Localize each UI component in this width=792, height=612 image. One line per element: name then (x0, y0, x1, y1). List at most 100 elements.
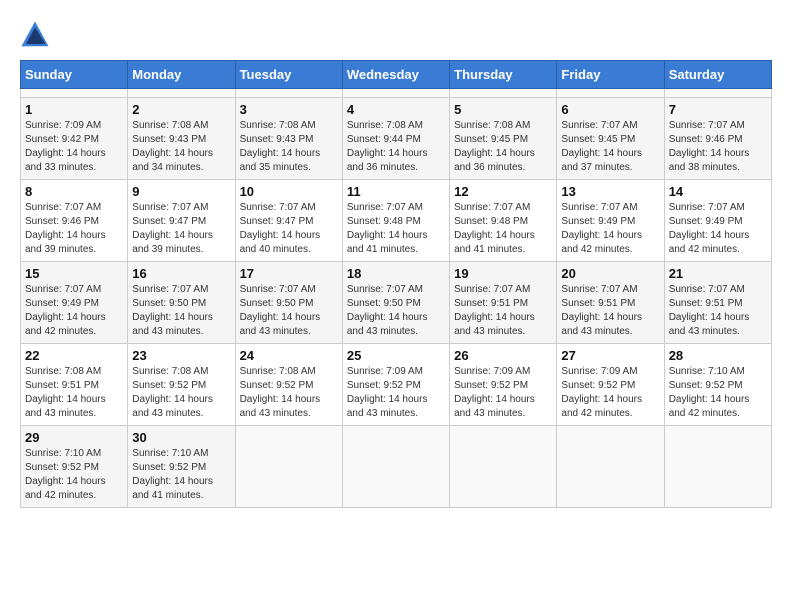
day-number: 1 (25, 102, 123, 117)
day-info: Sunrise: 7:07 AM Sunset: 9:46 PM Dayligh… (25, 201, 123, 257)
day-info: Sunrise: 7:09 AM Sunset: 9:52 PM Dayligh… (561, 365, 659, 421)
calendar-cell: 9 Sunrise: 7:07 AM Sunset: 9:47 PM Daylig… (128, 180, 235, 262)
calendar-cell: 7Sunrise: 7:07 AM Sunset: 9:46 PM Daylig… (664, 98, 771, 180)
day-info: Sunrise: 7:07 AM Sunset: 9:50 PM Dayligh… (347, 283, 445, 339)
day-number: 27 (561, 348, 659, 363)
day-number: 19 (454, 266, 552, 281)
calendar-cell: 16 Sunrise: 7:07 AM Sunset: 9:50 PM Dayli… (128, 262, 235, 344)
day-info: Sunrise: 7:10 AM Sunset: 9:52 PM Dayligh… (132, 447, 230, 503)
day-info: Sunrise: 7:07 AM Sunset: 9:51 PM Dayligh… (454, 283, 552, 339)
calendar-cell (235, 89, 342, 98)
calendar-cell: 19 Sunrise: 7:07 AM Sunset: 9:51 PM Dayli… (450, 262, 557, 344)
day-info: Sunrise: 7:07 AM Sunset: 9:50 PM Dayligh… (132, 283, 230, 339)
calendar-header-row: SundayMondayTuesdayWednesdayThursdayFrid… (21, 61, 772, 89)
day-number: 23 (132, 348, 230, 363)
day-of-week-header: Tuesday (235, 61, 342, 89)
calendar-cell: 2Sunrise: 7:08 AM Sunset: 9:43 PM Daylig… (128, 98, 235, 180)
day-info: Sunrise: 7:10 AM Sunset: 9:52 PM Dayligh… (25, 447, 123, 503)
day-info: Sunrise: 7:07 AM Sunset: 9:51 PM Dayligh… (561, 283, 659, 339)
day-of-week-header: Monday (128, 61, 235, 89)
calendar-cell: 13Sunrise: 7:07 AM Sunset: 9:49 PM Dayli… (557, 180, 664, 262)
day-info: Sunrise: 7:08 AM Sunset: 9:52 PM Dayligh… (132, 365, 230, 421)
day-number: 18 (347, 266, 445, 281)
calendar-week-row: 1 Sunrise: 7:09 AM Sunset: 9:42 PM Daylig… (21, 98, 772, 180)
day-number: 6 (561, 102, 659, 117)
day-info: Sunrise: 7:08 AM Sunset: 9:52 PM Dayligh… (240, 365, 338, 421)
calendar-cell (342, 89, 449, 98)
day-number: 3 (240, 102, 338, 117)
calendar-cell: 27 Sunrise: 7:09 AM Sunset: 9:52 PM Dayli… (557, 344, 664, 426)
calendar-cell (235, 426, 342, 508)
day-of-week-header: Wednesday (342, 61, 449, 89)
logo (20, 20, 54, 50)
day-number: 15 (25, 266, 123, 281)
calendar-cell: 8 Sunrise: 7:07 AM Sunset: 9:46 PM Daylig… (21, 180, 128, 262)
day-number: 12 (454, 184, 552, 199)
day-number: 25 (347, 348, 445, 363)
day-info: Sunrise: 7:09 AM Sunset: 9:52 PM Dayligh… (454, 365, 552, 421)
day-number: 7 (669, 102, 767, 117)
day-of-week-header: Sunday (21, 61, 128, 89)
calendar-cell: 3Sunrise: 7:08 AM Sunset: 9:43 PM Daylig… (235, 98, 342, 180)
calendar-week-row (21, 89, 772, 98)
day-info: Sunrise: 7:07 AM Sunset: 9:49 PM Dayligh… (561, 201, 659, 257)
day-number: 21 (669, 266, 767, 281)
day-number: 26 (454, 348, 552, 363)
day-info: Sunrise: 7:08 AM Sunset: 9:44 PM Dayligh… (347, 119, 445, 175)
calendar-cell (342, 426, 449, 508)
day-of-week-header: Saturday (664, 61, 771, 89)
calendar-cell (21, 89, 128, 98)
calendar-week-row: 29 Sunrise: 7:10 AM Sunset: 9:52 PM Dayli… (21, 426, 772, 508)
calendar-cell: 5Sunrise: 7:08 AM Sunset: 9:45 PM Daylig… (450, 98, 557, 180)
day-info: Sunrise: 7:07 AM Sunset: 9:45 PM Dayligh… (561, 119, 659, 175)
day-number: 4 (347, 102, 445, 117)
calendar-cell: 18 Sunrise: 7:07 AM Sunset: 9:50 PM Dayli… (342, 262, 449, 344)
calendar-cell (664, 89, 771, 98)
calendar-cell: 25 Sunrise: 7:09 AM Sunset: 9:52 PM Dayli… (342, 344, 449, 426)
calendar-cell (128, 89, 235, 98)
calendar-week-row: 22 Sunrise: 7:08 AM Sunset: 9:51 PM Dayli… (21, 344, 772, 426)
day-number: 9 (132, 184, 230, 199)
calendar-cell: 20 Sunrise: 7:07 AM Sunset: 9:51 PM Dayli… (557, 262, 664, 344)
calendar-cell: 6 Sunrise: 7:07 AM Sunset: 9:45 PM Daylig… (557, 98, 664, 180)
day-of-week-header: Thursday (450, 61, 557, 89)
day-number: 29 (25, 430, 123, 445)
day-number: 14 (669, 184, 767, 199)
day-info: Sunrise: 7:08 AM Sunset: 9:51 PM Dayligh… (25, 365, 123, 421)
calendar-cell: 26 Sunrise: 7:09 AM Sunset: 9:52 PM Dayli… (450, 344, 557, 426)
logo-icon (20, 20, 50, 50)
calendar-cell (664, 426, 771, 508)
day-info: Sunrise: 7:07 AM Sunset: 9:48 PM Dayligh… (347, 201, 445, 257)
calendar-cell: 15Sunrise: 7:07 AM Sunset: 9:49 PM Dayli… (21, 262, 128, 344)
day-info: Sunrise: 7:07 AM Sunset: 9:47 PM Dayligh… (132, 201, 230, 257)
calendar-cell: 1 Sunrise: 7:09 AM Sunset: 9:42 PM Daylig… (21, 98, 128, 180)
day-info: Sunrise: 7:09 AM Sunset: 9:42 PM Dayligh… (25, 119, 123, 175)
day-number: 30 (132, 430, 230, 445)
day-info: Sunrise: 7:08 AM Sunset: 9:45 PM Dayligh… (454, 119, 552, 175)
calendar-cell: 14Sunrise: 7:07 AM Sunset: 9:49 PM Dayli… (664, 180, 771, 262)
calendar-week-row: 8 Sunrise: 7:07 AM Sunset: 9:46 PM Daylig… (21, 180, 772, 262)
calendar-cell: 12Sunrise: 7:07 AM Sunset: 9:48 PM Dayli… (450, 180, 557, 262)
day-number: 11 (347, 184, 445, 199)
calendar-cell: 28 Sunrise: 7:10 AM Sunset: 9:52 PM Dayli… (664, 344, 771, 426)
day-number: 20 (561, 266, 659, 281)
day-number: 22 (25, 348, 123, 363)
day-info: Sunrise: 7:10 AM Sunset: 9:52 PM Dayligh… (669, 365, 767, 421)
day-info: Sunrise: 7:07 AM Sunset: 9:47 PM Dayligh… (240, 201, 338, 257)
calendar-cell: 10 Sunrise: 7:07 AM Sunset: 9:47 PM Dayli… (235, 180, 342, 262)
calendar-cell (450, 89, 557, 98)
day-info: Sunrise: 7:09 AM Sunset: 9:52 PM Dayligh… (347, 365, 445, 421)
calendar-cell: 17 Sunrise: 7:07 AM Sunset: 9:50 PM Dayli… (235, 262, 342, 344)
day-info: Sunrise: 7:07 AM Sunset: 9:50 PM Dayligh… (240, 283, 338, 339)
day-of-week-header: Friday (557, 61, 664, 89)
day-number: 8 (25, 184, 123, 199)
header (20, 20, 772, 50)
day-number: 17 (240, 266, 338, 281)
day-number: 28 (669, 348, 767, 363)
calendar-table: SundayMondayTuesdayWednesdayThursdayFrid… (20, 60, 772, 508)
calendar-cell (450, 426, 557, 508)
day-number: 24 (240, 348, 338, 363)
day-info: Sunrise: 7:08 AM Sunset: 9:43 PM Dayligh… (132, 119, 230, 175)
day-number: 16 (132, 266, 230, 281)
day-number: 10 (240, 184, 338, 199)
